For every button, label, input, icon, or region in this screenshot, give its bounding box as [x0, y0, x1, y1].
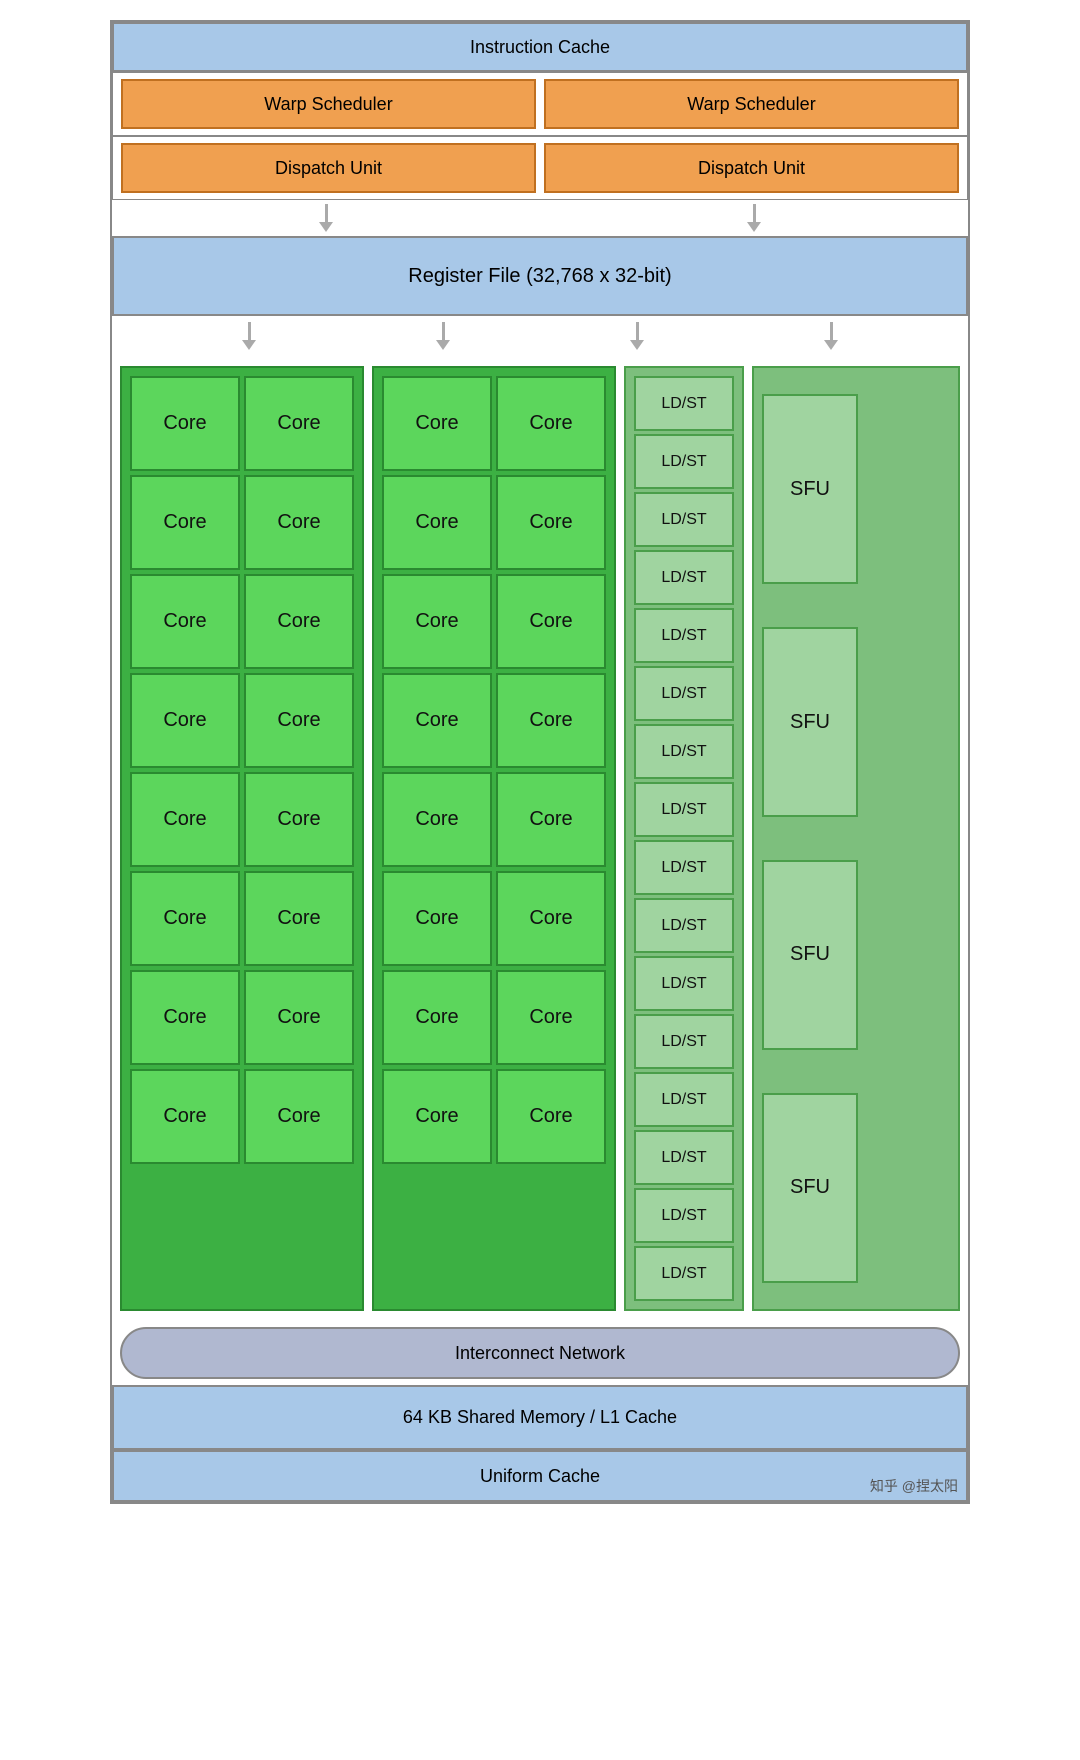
core-row-2-7: Core Core — [382, 970, 606, 1065]
core-row-1-5: Core Core — [130, 772, 354, 867]
core-row-2-5: Core Core — [382, 772, 606, 867]
core-2-11: Core — [382, 871, 492, 966]
core-1-11: Core — [130, 871, 240, 966]
core-row-2-6: Core Core — [382, 871, 606, 966]
core-2-13: Core — [382, 970, 492, 1065]
register-file-block: Register File (32,768 x 32-bit) — [112, 236, 968, 316]
core-1-12: Core — [244, 871, 354, 966]
core-1-2: Core — [244, 376, 354, 471]
ldst-10: LD/ST — [634, 898, 734, 953]
core-2-4: Core — [496, 475, 606, 570]
core-row-2-4: Core Core — [382, 673, 606, 768]
core-1-10: Core — [244, 772, 354, 867]
core-1-6: Core — [244, 574, 354, 669]
ldst-14: LD/ST — [634, 1130, 734, 1185]
core-row-2-2: Core Core — [382, 475, 606, 570]
core-1-4: Core — [244, 475, 354, 570]
core-2-9: Core — [382, 772, 492, 867]
dispatch-unit-1: Dispatch Unit — [121, 143, 536, 193]
interconnect-block: Interconnect Network — [120, 1327, 960, 1379]
core-2-12: Core — [496, 871, 606, 966]
ldst-16: LD/ST — [634, 1246, 734, 1301]
core-row-1-3: Core Core — [130, 574, 354, 669]
core-1-14: Core — [244, 970, 354, 1065]
core-group-2: Core Core Core Core Core Core Core Core … — [372, 366, 616, 1311]
warp-scheduler-1: Warp Scheduler — [121, 79, 536, 129]
ldst-9: LD/ST — [634, 840, 734, 895]
core-2-1: Core — [382, 376, 492, 471]
watermark: 知乎 @捏太阳 — [870, 1476, 958, 1496]
core-row-1-4: Core Core — [130, 673, 354, 768]
ldst-8: LD/ST — [634, 782, 734, 837]
ldst-5: LD/ST — [634, 608, 734, 663]
core-2-8: Core — [496, 673, 606, 768]
shared-memory-block: 64 KB Shared Memory / L1 Cache — [112, 1385, 968, 1450]
core-2-15: Core — [382, 1069, 492, 1164]
arrow-r1 — [242, 322, 256, 350]
core-1-9: Core — [130, 772, 240, 867]
core-1-13: Core — [130, 970, 240, 1065]
core-2-3: Core — [382, 475, 492, 570]
core-row-1-7: Core Core — [130, 970, 354, 1065]
ldst-12: LD/ST — [634, 1014, 734, 1069]
core-2-6: Core — [496, 574, 606, 669]
core-group-1: Core Core Core Core Core Core Core Core … — [120, 366, 364, 1311]
core-row-1-1: Core Core — [130, 376, 354, 471]
ldst-2: LD/ST — [634, 434, 734, 489]
core-row-1-2: Core Core — [130, 475, 354, 570]
instruction-cache-block: Instruction Cache — [112, 22, 968, 72]
core-1-3: Core — [130, 475, 240, 570]
arrow-r2 — [436, 322, 450, 350]
arrow-r4 — [824, 322, 838, 350]
core-row-2-8: Core Core — [382, 1069, 606, 1164]
ldst-3: LD/ST — [634, 492, 734, 547]
arrow-1 — [319, 204, 333, 232]
arrows-to-register — [112, 200, 968, 236]
uniform-cache-block: Uniform Cache — [112, 1450, 968, 1502]
core-2-14: Core — [496, 970, 606, 1065]
core-2-7: Core — [382, 673, 492, 768]
core-1-7: Core — [130, 673, 240, 768]
sfu-3: SFU — [762, 860, 858, 1050]
arrow-2 — [747, 204, 761, 232]
ldst-6: LD/ST — [634, 666, 734, 721]
main-units-row: Core Core Core Core Core Core Core Core … — [112, 356, 968, 1321]
ldst-11: LD/ST — [634, 956, 734, 1011]
dispatch-unit-2: Dispatch Unit — [544, 143, 959, 193]
core-1-8: Core — [244, 673, 354, 768]
ldst-group: LD/ST LD/ST LD/ST LD/ST LD/ST LD/ST LD/S… — [624, 366, 744, 1311]
core-row-1-8: Core Core — [130, 1069, 354, 1164]
sfu-4: SFU — [762, 1093, 858, 1283]
ldst-7: LD/ST — [634, 724, 734, 779]
arrow-r3 — [630, 322, 644, 350]
ldst-15: LD/ST — [634, 1188, 734, 1243]
core-2-2: Core — [496, 376, 606, 471]
sfu-1: SFU — [762, 394, 858, 584]
warp-scheduler-2: Warp Scheduler — [544, 79, 959, 129]
core-1-5: Core — [130, 574, 240, 669]
core-1-15: Core — [130, 1069, 240, 1164]
ldst-13: LD/ST — [634, 1072, 734, 1127]
arrows-from-register — [112, 316, 968, 356]
core-row-2-3: Core Core — [382, 574, 606, 669]
warp-scheduler-row: Warp Scheduler Warp Scheduler — [112, 72, 968, 136]
core-row-1-6: Core Core — [130, 871, 354, 966]
core-2-10: Core — [496, 772, 606, 867]
ldst-4: LD/ST — [634, 550, 734, 605]
sfu-2: SFU — [762, 627, 858, 817]
core-2-5: Core — [382, 574, 492, 669]
core-2-16: Core — [496, 1069, 606, 1164]
sfu-group: SFU SFU SFU SFU — [752, 366, 960, 1311]
core-1-1: Core — [130, 376, 240, 471]
core-row-2-1: Core Core — [382, 376, 606, 471]
core-1-16: Core — [244, 1069, 354, 1164]
dispatch-unit-row: Dispatch Unit Dispatch Unit — [112, 136, 968, 200]
ldst-1: LD/ST — [634, 376, 734, 431]
